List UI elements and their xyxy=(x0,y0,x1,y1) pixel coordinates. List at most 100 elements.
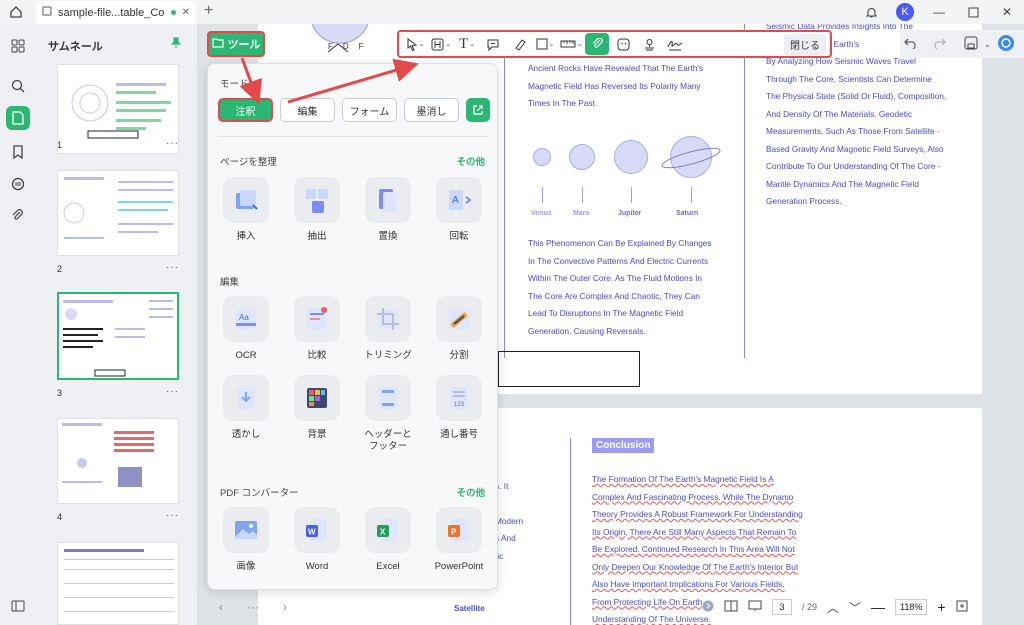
measure-tool-button[interactable]: ⌄ xyxy=(559,33,583,55)
save-icon[interactable] xyxy=(964,36,978,53)
home-icon[interactable] xyxy=(6,3,26,21)
converter-section-title: PDF コンバーター xyxy=(220,488,299,499)
minimize-icon[interactable]: — xyxy=(922,0,956,24)
undo-icon[interactable] xyxy=(904,37,918,52)
maximize-icon[interactable] xyxy=(956,0,990,24)
bookmark-icon[interactable] xyxy=(6,140,30,164)
page-thumbnail-2[interactable] xyxy=(57,170,179,256)
select-tool-button[interactable]: ⌄ xyxy=(403,33,427,55)
page-4-more-icon[interactable]: ··· xyxy=(166,510,179,521)
tool-extract[interactable]: 抽出 xyxy=(284,177,350,243)
zoom-level[interactable]: 118% xyxy=(895,599,928,615)
close-toolbar-button[interactable]: 閉じる xyxy=(784,33,826,55)
expand-icon[interactable] xyxy=(702,600,714,615)
text-line: Lead To Disruptions In The Magnetic Fiel… xyxy=(528,308,684,318)
tool-background[interactable]: 背景 xyxy=(284,375,350,441)
signature-tool-button[interactable] xyxy=(663,33,687,55)
mode-annotate-button[interactable]: 注釈 xyxy=(218,98,273,122)
panel-mini-nav: ‹ ··· › xyxy=(207,596,299,618)
zoom-out-icon[interactable]: — xyxy=(871,599,885,615)
convert-powerpoint[interactable]: P PowerPoint xyxy=(426,507,492,573)
close-tab-icon[interactable]: ✕ xyxy=(182,7,190,18)
tool-split[interactable]: 分割 xyxy=(426,296,492,362)
tool-rotate[interactable]: A 回転 xyxy=(426,177,492,243)
close-window-icon[interactable]: ✕ xyxy=(990,0,1024,24)
notification-bell-icon[interactable] xyxy=(854,0,888,24)
text-line: Complex And Fascinating Process. While T… xyxy=(592,491,794,502)
document-tab[interactable]: sample-file...table_Copy1 ✕ xyxy=(36,1,196,24)
image-label: 画像 xyxy=(236,561,256,572)
sidebar-toggle-icon[interactable] xyxy=(6,594,30,618)
attach-tool-button[interactable] xyxy=(585,33,609,55)
organize-section-title: ページを整理 xyxy=(220,157,277,168)
page-thumbnail-5[interactable] xyxy=(57,542,179,625)
text-tool-button[interactable]: T ⌄ xyxy=(455,33,479,55)
converter-more-link[interactable]: その他 xyxy=(456,485,485,499)
highlight-tool-button[interactable]: ⌄ xyxy=(429,33,453,55)
pin-icon[interactable] xyxy=(170,37,182,52)
fit-page-icon[interactable] xyxy=(956,600,968,615)
comment-icon[interactable] xyxy=(6,172,30,196)
text-line: And Density Of The Materials. Geodetic xyxy=(766,108,913,119)
stamp-tool-button[interactable] xyxy=(637,33,661,55)
page-1-more-icon[interactable]: ··· xyxy=(166,138,179,149)
svg-text:P: P xyxy=(451,528,457,537)
crop-icon xyxy=(365,296,411,342)
page-down-icon[interactable]: ﹀ xyxy=(849,599,861,616)
grid-view-icon[interactable] xyxy=(6,34,30,58)
page-up-icon[interactable]: ︿ xyxy=(827,599,839,616)
save-dropdown-icon[interactable]: ⌄ xyxy=(984,40,991,49)
open-external-button[interactable] xyxy=(466,98,490,122)
organize-more-link[interactable]: その他 xyxy=(456,154,485,168)
convert-word[interactable]: W Word xyxy=(284,507,350,573)
drawn-rectangle[interactable] xyxy=(498,351,640,387)
mode-form-button[interactable]: フォーム xyxy=(342,98,397,122)
shape-tool-button[interactable]: ⌄ xyxy=(533,33,557,55)
mode-edit-button[interactable]: 編集 xyxy=(280,98,335,122)
ai-assistant-icon[interactable] xyxy=(997,34,1015,55)
convert-image[interactable]: 画像 xyxy=(213,507,279,573)
page-thumbnail-1[interactable] xyxy=(57,64,179,154)
status-bar: 3 / 29 ︿ ﹀ — 118% + xyxy=(698,596,1024,618)
tool-replace[interactable]: 置換 xyxy=(355,177,421,243)
tool-header-footer[interactable]: ヘッダーと フッター xyxy=(355,375,421,453)
eraser-tool-button[interactable] xyxy=(507,33,531,55)
page-2-more-icon[interactable]: ··· xyxy=(166,262,179,273)
tools-button[interactable]: ツール xyxy=(207,31,265,57)
search-icon[interactable] xyxy=(6,74,30,98)
attachment-icon[interactable] xyxy=(6,204,30,228)
next-icon[interactable]: › xyxy=(283,600,287,614)
page-number-4: 4 xyxy=(57,512,63,522)
tool-ocr[interactable]: Aa OCR xyxy=(213,296,279,362)
account-button[interactable]: K xyxy=(888,0,922,24)
tool-crop[interactable]: トリミング xyxy=(355,296,421,362)
planet-label-jupiter: Jupiter xyxy=(618,210,642,217)
current-page-input[interactable]: 3 xyxy=(772,599,792,615)
text-line: The Core Are Complex And Chaotic, They C… xyxy=(528,290,700,301)
presentation-icon[interactable] xyxy=(748,600,762,615)
page-3-more-icon[interactable]: ··· xyxy=(166,386,179,397)
pages-icon[interactable] xyxy=(6,106,30,130)
text-line: Ancient Rocks Have Revealed That The Ear… xyxy=(528,63,704,73)
mode-redact-button[interactable]: 墨消し xyxy=(404,98,459,122)
new-tab-button[interactable]: + xyxy=(204,3,213,19)
page-thumbnail-3[interactable] xyxy=(57,292,179,380)
tool-compare[interactable]: 比較 xyxy=(284,296,350,362)
replace-label: 置換 xyxy=(378,231,398,242)
redo-icon[interactable] xyxy=(932,37,946,52)
sticker-tool-button[interactable] xyxy=(611,33,635,55)
tool-insert[interactable]: 挿入 xyxy=(213,177,279,243)
page-thumbnail-4[interactable] xyxy=(57,418,179,504)
planet-label-venus: Venus xyxy=(531,210,552,217)
saturn-ring xyxy=(661,147,721,169)
planet-tick xyxy=(542,187,543,203)
page-layout-icon[interactable] xyxy=(724,600,738,615)
tool-bates-number[interactable]: 123 通し番号 xyxy=(426,375,492,441)
comment-tool-button[interactable] xyxy=(481,33,505,55)
force-labels: F D F xyxy=(328,42,364,51)
zoom-in-icon[interactable]: + xyxy=(937,599,945,615)
convert-excel[interactable]: X Excel xyxy=(355,507,421,573)
prev-icon[interactable]: ‹ xyxy=(219,600,223,614)
tool-watermark[interactable]: 透かし xyxy=(213,375,279,441)
more-icon[interactable]: ··· xyxy=(247,600,259,614)
